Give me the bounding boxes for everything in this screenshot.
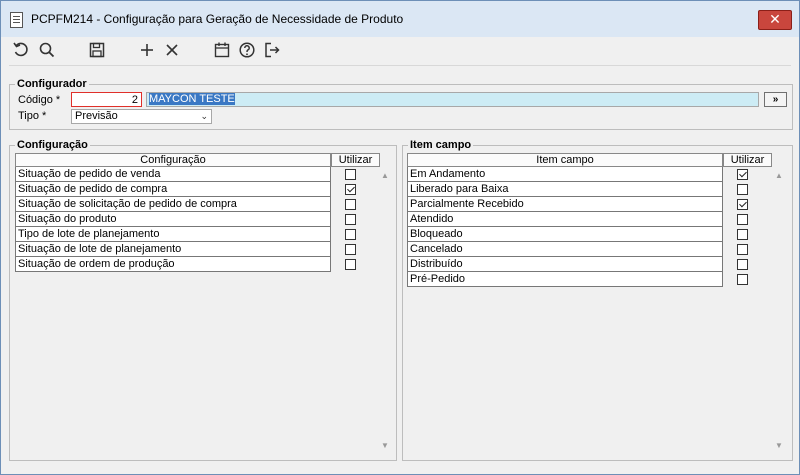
window-title: PCPFM214 - Configuração para Geração de … — [31, 12, 404, 26]
configurador-legend: Configurador — [15, 78, 89, 90]
lookup-button[interactable]: » — [764, 92, 787, 107]
row-label: Situação de pedido de venda — [15, 167, 331, 182]
table-row[interactable]: Pré-Pedido — [407, 272, 772, 287]
utilizar-checkbox[interactable] — [737, 199, 748, 210]
utilizar-checkbox[interactable] — [737, 169, 748, 180]
tipo-select-value: Previsão — [75, 110, 118, 122]
tipo-select[interactable]: Previsão ⌄ — [71, 109, 212, 124]
utilizar-cell — [723, 212, 772, 227]
row-label: Liberado para Baixa — [407, 182, 723, 197]
table-row[interactable]: Situação de pedido de venda — [15, 167, 380, 182]
utilizar-checkbox[interactable] — [345, 214, 356, 225]
table-row[interactable]: Cancelado — [407, 242, 772, 257]
utilizar-checkbox[interactable] — [345, 199, 356, 210]
table-row[interactable]: Liberado para Baixa — [407, 182, 772, 197]
utilizar-checkbox[interactable] — [737, 259, 748, 270]
toolbar — [1, 37, 799, 63]
row-label: Cancelado — [407, 242, 723, 257]
delete-icon[interactable] — [161, 39, 183, 61]
utilizar-col-header[interactable]: Utilizar — [331, 153, 380, 167]
item-campo-legend: Item campo — [408, 139, 474, 151]
utilizar-checkbox[interactable] — [737, 244, 748, 255]
utilizar-checkbox[interactable] — [737, 229, 748, 240]
table-row[interactable]: Tipo de lote de planejamento — [15, 227, 380, 242]
utilizar-cell — [331, 257, 380, 272]
item-campo-scrollbar[interactable]: ▲ ▼ — [772, 167, 786, 453]
item-campo-col-header[interactable]: Item campo — [407, 153, 723, 167]
refresh-icon[interactable] — [10, 39, 32, 61]
scroll-up-icon[interactable]: ▲ — [775, 171, 783, 180]
table-row[interactable]: Atendido — [407, 212, 772, 227]
table-row[interactable]: Situação de ordem de produção — [15, 257, 380, 272]
item-campo-grid: Item campo Utilizar Em Andamento Liberado… — [407, 153, 786, 453]
configuracao-scrollbar[interactable]: ▲ ▼ — [378, 167, 392, 453]
utilizar-cell — [723, 272, 772, 287]
utilizar-cell — [331, 197, 380, 212]
row-label: Situação de solicitação de pedido de com… — [15, 197, 331, 212]
scroll-down-icon[interactable]: ▼ — [775, 441, 783, 450]
row-label: Pré-Pedido — [407, 272, 723, 287]
utilizar-checkbox[interactable] — [737, 214, 748, 225]
row-label: Atendido — [407, 212, 723, 227]
add-icon[interactable] — [136, 39, 158, 61]
utilizar-cell — [331, 167, 380, 182]
row-label: Situação de pedido de compra — [15, 182, 331, 197]
utilizar-cell — [331, 227, 380, 242]
table-row[interactable]: Distribuído — [407, 257, 772, 272]
utilizar-checkbox[interactable] — [345, 169, 356, 180]
utilizar-cell — [331, 182, 380, 197]
document-icon — [10, 12, 23, 28]
configuracao-col-header[interactable]: Configuração — [15, 153, 331, 167]
row-label: Em Andamento — [407, 167, 723, 182]
row-label: Parcialmente Recebido — [407, 197, 723, 212]
utilizar-checkbox[interactable] — [345, 244, 356, 255]
table-row[interactable]: Situação de solicitação de pedido de com… — [15, 197, 380, 212]
close-button[interactable]: ✕ — [758, 10, 792, 30]
toolbar-divider — [9, 65, 791, 66]
utilizar-cell — [723, 227, 772, 242]
configurador-name-value: MAYCON TESTE — [149, 93, 235, 105]
scroll-up-icon[interactable]: ▲ — [381, 171, 389, 180]
utilizar-checkbox[interactable] — [345, 184, 356, 195]
codigo-input[interactable] — [71, 92, 142, 107]
save-icon[interactable] — [86, 39, 108, 61]
codigo-label: Código * — [18, 94, 61, 106]
utilizar-cell — [331, 242, 380, 257]
utilizar-cell — [723, 242, 772, 257]
help-icon[interactable] — [236, 39, 258, 61]
row-label: Tipo de lote de planejamento — [15, 227, 331, 242]
table-row[interactable]: Situação do produto — [15, 212, 380, 227]
utilizar-checkbox[interactable] — [737, 184, 748, 195]
main-window: PCPFM214 - Configuração para Geração de … — [0, 0, 800, 475]
row-label: Distribuído — [407, 257, 723, 272]
utilizar-cell — [723, 197, 772, 212]
table-row[interactable]: Bloqueado — [407, 227, 772, 242]
scroll-down-icon[interactable]: ▼ — [381, 441, 389, 450]
row-label: Situação do produto — [15, 212, 331, 227]
exit-icon[interactable] — [261, 39, 283, 61]
table-row[interactable]: Situação de pedido de compra — [15, 182, 380, 197]
utilizar-checkbox[interactable] — [737, 274, 748, 285]
calendar-icon[interactable] — [211, 39, 233, 61]
utilizar-cell — [723, 167, 772, 182]
configurador-name-field[interactable]: MAYCON TESTE — [146, 92, 759, 107]
configuracao-grid: Configuração Utilizar Situação de pedido… — [15, 153, 392, 453]
utilizar-cell — [723, 182, 772, 197]
search-icon[interactable] — [36, 39, 58, 61]
utilizar-checkbox[interactable] — [345, 259, 356, 270]
utilizar-col-header[interactable]: Utilizar — [723, 153, 772, 167]
row-label: Situação de lote de planejamento — [15, 242, 331, 257]
row-label: Bloqueado — [407, 227, 723, 242]
title-bar[interactable]: PCPFM214 - Configuração para Geração de … — [1, 1, 799, 37]
chevron-down-icon[interactable]: ⌄ — [200, 110, 208, 123]
configuracao-legend: Configuração — [15, 139, 90, 151]
table-row[interactable]: Situação de lote de planejamento — [15, 242, 380, 257]
table-row[interactable]: Parcialmente Recebido — [407, 197, 772, 212]
table-row[interactable]: Em Andamento — [407, 167, 772, 182]
utilizar-checkbox[interactable] — [345, 229, 356, 240]
tipo-label: Tipo * — [18, 110, 47, 122]
row-label: Situação de ordem de produção — [15, 257, 331, 272]
utilizar-cell — [723, 257, 772, 272]
utilizar-cell — [331, 212, 380, 227]
